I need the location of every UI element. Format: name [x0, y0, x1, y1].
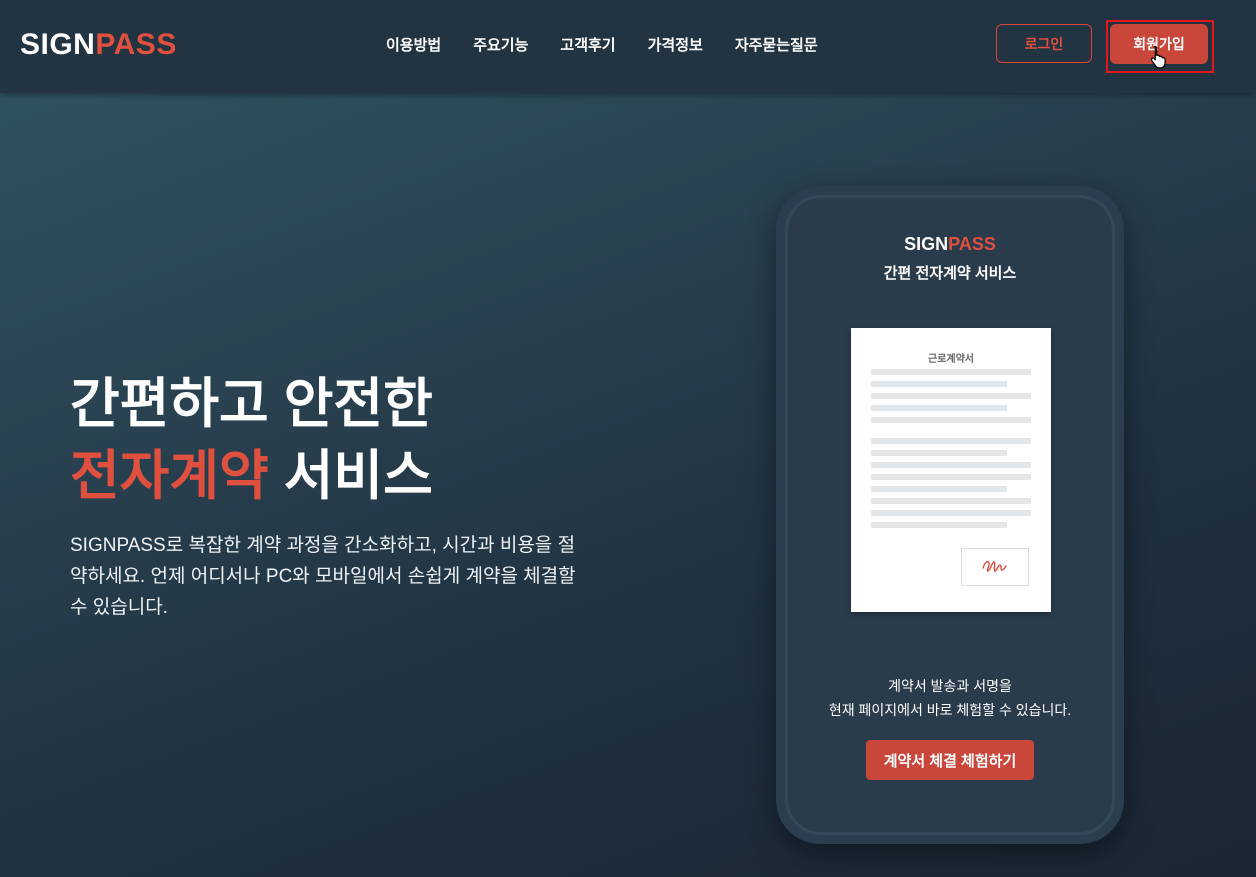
- hero-title-accent: 전자계약: [70, 446, 269, 506]
- phone-description-line1: 계약서 발송과 서명을: [888, 678, 1012, 694]
- nav-item-faq[interactable]: 자주묻는질문: [735, 34, 818, 55]
- phone-screen: SIGNPASS 간편 전자계약 서비스 근로계약서 계약서 발송과 서명을 현…: [785, 195, 1115, 835]
- phone-logo-pass: PASS: [948, 234, 996, 254]
- phone-description: 계약서 발송과 서명을 현재 페이지에서 바로 체험할 수 있습니다.: [788, 674, 1112, 722]
- doc-text-line: [871, 369, 1031, 375]
- hero-title: 간편하고 안전한 전자계약 서비스: [70, 368, 433, 512]
- phone-mockup: SIGNPASS 간편 전자계약 서비스 근로계약서 계약서 발송과 서명을 현…: [776, 186, 1124, 844]
- try-contract-button[interactable]: 계약서 체결 체험하기: [866, 740, 1034, 780]
- nav-item-pricing[interactable]: 가격정보: [648, 34, 703, 55]
- doc-text-line: [871, 510, 1031, 516]
- site-header: SIGNPASS 이용방법 주요기능 고객후기 가격정보 자주묻는질문 로그인 …: [0, 0, 1256, 93]
- phone-logo: SIGNPASS: [788, 234, 1112, 255]
- main-nav: 이용방법 주요기능 고객후기 가격정보 자주묻는질문: [386, 34, 818, 55]
- doc-text-line: [871, 498, 1031, 504]
- logo-sign-text: SIGN: [20, 28, 96, 61]
- signpass-logo[interactable]: SIGNPASS: [20, 28, 177, 62]
- signature-icon: [981, 556, 1009, 579]
- phone-description-line2: 현재 페이지에서 바로 체험할 수 있습니다.: [828, 702, 1072, 718]
- logo-pass-text: PASS: [95, 28, 177, 61]
- doc-text-line: [871, 381, 1007, 387]
- nav-item-usage[interactable]: 이용방법: [386, 34, 441, 55]
- hero-description: SIGNPASS로 복잡한 계약 과정을 간소화하고, 시간과 비용을 절약하세…: [70, 535, 576, 618]
- doc-text-line: [871, 405, 1007, 411]
- document-title: 근로계약서: [928, 354, 974, 365]
- login-button[interactable]: 로그인: [996, 24, 1092, 63]
- contract-document-preview: 근로계약서: [851, 328, 1051, 612]
- doc-text-line: [871, 522, 1007, 528]
- hero-title-line1: 간편하고 안전한: [70, 374, 433, 434]
- nav-item-reviews[interactable]: 고객후기: [560, 34, 615, 55]
- pointer-hand-cursor-icon: [1150, 45, 1168, 74]
- doc-text-line: [871, 417, 1031, 423]
- hero-title-rest: 서비스: [268, 446, 433, 506]
- nav-item-features[interactable]: 주요기능: [473, 34, 528, 55]
- phone-logo-sign: SIGN: [904, 234, 949, 254]
- doc-text-line: [871, 393, 1031, 399]
- doc-text-line: [871, 474, 1031, 480]
- doc-text-line: [871, 438, 1031, 444]
- doc-text-line: [871, 486, 1007, 492]
- phone-subtitle: 간편 전자계약 서비스: [883, 265, 1017, 282]
- doc-text-line: [871, 462, 1031, 468]
- doc-text-line: [871, 450, 1007, 456]
- signature-box: [961, 548, 1029, 586]
